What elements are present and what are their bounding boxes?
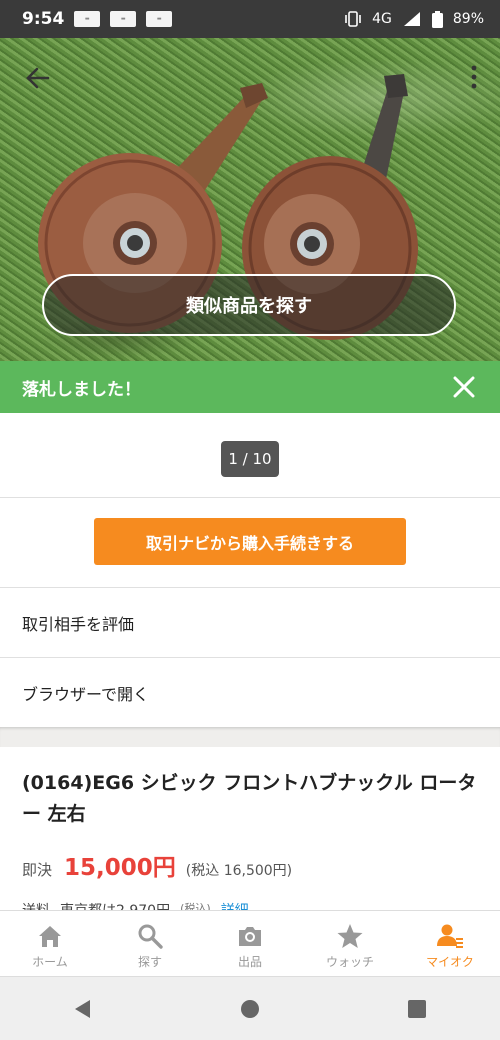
- bottom-nav: ホーム 探す 出品 ウォッチ マイオク: [0, 910, 500, 977]
- purchase-procedure-button[interactable]: 取引ナビから購入手続きする: [94, 518, 406, 565]
- more-options-icon[interactable]: [468, 64, 480, 90]
- back-arrow-icon[interactable]: [22, 62, 54, 94]
- star-icon: [337, 924, 363, 948]
- rate-partner-label: 取引相手を評価: [22, 614, 135, 634]
- account-icon: [437, 924, 463, 948]
- battery-level: 89%: [452, 11, 484, 27]
- won-banner: 落札しました！: [0, 361, 500, 413]
- notification-icon: ▬: [74, 11, 101, 27]
- section-separator: [0, 727, 500, 747]
- item-title: (0164)EG6 シビック フロントハブナックル ローター 左右: [22, 772, 477, 825]
- divider: [0, 497, 500, 498]
- vibrate-icon: [345, 11, 361, 27]
- system-nav-bar: [0, 976, 500, 1040]
- open-browser-row[interactable]: ブラウザーで開く: [0, 658, 500, 727]
- image-counter: 1 / 10: [221, 441, 279, 477]
- nav-home[interactable]: ホーム: [0, 911, 100, 977]
- open-browser-label: ブラウザーで開く: [22, 684, 150, 704]
- signal-icon: [403, 12, 420, 26]
- find-similar-button[interactable]: 類似商品を探す: [42, 274, 456, 336]
- nav-myauction[interactable]: マイオク: [400, 911, 500, 977]
- home-icon: [39, 926, 61, 947]
- battery-icon: [431, 10, 443, 28]
- nav-myauction-label: マイオク: [426, 955, 474, 969]
- status-time: 9:54: [22, 9, 65, 29]
- nav-watch-label: ウォッチ: [325, 955, 374, 969]
- status-bar: 9:54 ▬ ▬ ▬ 4G 89%: [0, 0, 500, 38]
- nav-sell-label: 出品: [237, 955, 262, 969]
- nav-home-label: ホーム: [32, 955, 68, 969]
- nav-watch[interactable]: ウォッチ: [300, 911, 400, 977]
- camera-icon: [239, 927, 261, 946]
- nav-sell[interactable]: 出品: [200, 911, 300, 977]
- status-indicators: 4G 89%: [344, 0, 484, 38]
- price-tax: (税込 16,500円): [185, 863, 293, 879]
- nav-search[interactable]: 探す: [100, 911, 200, 977]
- price-label: 即決: [22, 861, 53, 879]
- system-back-icon[interactable]: [72, 998, 94, 1020]
- notification-icon: ▬: [110, 11, 137, 27]
- price-value: 15,000円: [64, 855, 176, 881]
- nav-search-label: 探す: [137, 955, 162, 969]
- won-banner-text: 落札しました！: [22, 379, 141, 400]
- close-icon[interactable]: [450, 373, 478, 401]
- product-image[interactable]: 類似商品を探す: [0, 38, 500, 361]
- rate-partner-row[interactable]: 取引相手を評価: [0, 588, 500, 657]
- system-home-icon[interactable]: [239, 998, 261, 1020]
- search-icon: [138, 924, 163, 949]
- price-row: 即決 15,000円 (税込 16,500円): [22, 848, 292, 882]
- network-type: 4G: [372, 11, 392, 27]
- system-recents-icon[interactable]: [406, 998, 428, 1020]
- notification-icon: ▬: [146, 11, 173, 27]
